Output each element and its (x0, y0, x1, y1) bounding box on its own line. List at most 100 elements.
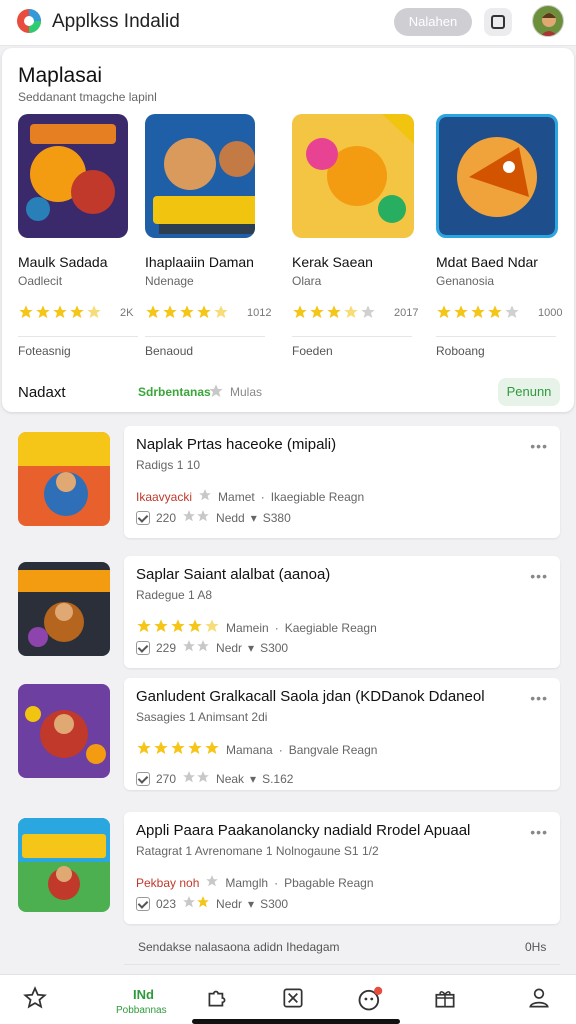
game-thumbnail[interactable] (292, 114, 414, 238)
gift-icon[interactable] (432, 985, 462, 1015)
list-num: 229 (156, 640, 177, 655)
list-right-label: Bangvale Reagn (288, 742, 378, 757)
app-title: Applkss Indalid (52, 11, 180, 32)
nav-active-icon[interactable]: INd (133, 987, 154, 1002)
game-thumbnail[interactable] (18, 562, 110, 656)
featured-footer-meta: Mulas (230, 385, 263, 399)
featured-title: Maplasai (18, 64, 103, 87)
list-right-label: Kaegiable Reagn (284, 620, 377, 635)
rating-count: 2K (120, 307, 134, 319)
list-item[interactable]: Saplar Saiant alalbat (aanoa) Radegue 1 … (18, 556, 560, 674)
list-b: Neak (216, 771, 245, 786)
list-price: S.162 (262, 771, 294, 786)
more-options-icon[interactable]: ••• (530, 568, 548, 584)
game-thumbnail[interactable] (18, 684, 110, 778)
list-subtitle: Radegue 1 A8 (136, 588, 213, 602)
app-name: Kerak Saean (292, 254, 373, 270)
list-card[interactable]: Naplak Prtas haceoke (mipali) Radigs 1 1… (124, 426, 560, 538)
featured-card: Maplasai Seddanant tmagche lapinl Maulk … (2, 48, 574, 412)
rating-count: 1000 (538, 307, 563, 319)
chat-badge-icon[interactable] (356, 985, 386, 1015)
list-mid-label: Mamana (226, 742, 273, 757)
divider (124, 964, 560, 965)
profile-icon[interactable] (526, 985, 556, 1015)
game-thumbnail[interactable] (18, 818, 110, 912)
divider (18, 336, 138, 337)
list-right-label: Ikaegiable Reagn (270, 489, 365, 504)
featured-app-1[interactable]: Maulk Sadada Oadlecit 2K Foteasnig (18, 114, 154, 368)
rating-star (292, 304, 308, 325)
list-right-label: Pbagable Reagn (284, 875, 374, 890)
featured-subtitle: Seddanant tmagche lapinl (18, 90, 157, 104)
rating-star (436, 304, 452, 325)
featured-app-4[interactable]: Mdat Baed Ndar Genanosia 1000 Roboang (436, 114, 572, 368)
rating-star (35, 304, 51, 325)
featured-footer-status: Sdrbentanas (138, 385, 211, 399)
list-card[interactable]: Ganludent Gralkacall Saola jdan (KDDanok… (124, 678, 560, 790)
star-icon (182, 639, 210, 656)
footer-count: 0Hs (525, 940, 547, 954)
list-card[interactable]: Saplar Saiant alalbat (aanoa) Radegue 1 … (124, 556, 560, 668)
rating-star (145, 304, 161, 325)
app-logo-icon[interactable] (16, 8, 42, 34)
featured-app-2[interactable]: Ihaplaaiin Daman Ndenage 1012 Benaoud (145, 114, 281, 368)
rating-star (136, 618, 152, 637)
list-item[interactable]: Appli Paara Paakanolancky nadiald Rrodel… (18, 812, 560, 930)
list-price: S300 (260, 896, 289, 911)
star-icon (182, 509, 210, 526)
list-stats-row: 270 Neak ▾ S.162 (136, 770, 293, 787)
star-icon (198, 488, 212, 505)
more-options-icon[interactable]: ••• (530, 824, 548, 840)
header-pill-button[interactable]: Nalahen (394, 8, 472, 36)
puzzle-icon[interactable] (204, 985, 234, 1015)
star-icon (182, 770, 210, 787)
rating-star (170, 740, 186, 759)
more-options-icon[interactable]: ••• (530, 690, 548, 706)
star-rating (18, 304, 102, 325)
box-x-icon[interactable] (280, 985, 310, 1015)
more-options-icon[interactable]: ••• (530, 438, 548, 454)
app-name: Ihaplaaiin Daman (145, 254, 254, 270)
check-icon (136, 510, 150, 525)
app-tag: Foeden (292, 344, 333, 358)
rating-star (187, 618, 203, 637)
game-thumbnail[interactable] (436, 114, 558, 238)
list-num: 023 (156, 896, 177, 911)
arrow-icon: ▾ (248, 640, 255, 655)
list-subtitle: Radigs 1 10 (136, 458, 201, 472)
featured-app-3[interactable]: Kerak Saean Olara 2017 Foeden (292, 114, 428, 368)
divider (292, 336, 412, 337)
list-mid-label: Mamet (218, 489, 255, 504)
list-stats-row: 229 Nedr ▾ S300 (136, 639, 288, 656)
star-nav-icon[interactable] (22, 985, 52, 1015)
list-item[interactable]: Naplak Prtas haceoke (mipali) Radigs 1 1… (18, 426, 560, 544)
top-bar: Applkss Indalid Nalahen (0, 0, 576, 46)
rating-star (213, 304, 229, 325)
app-developer: Genanosia (436, 274, 495, 288)
list-item[interactable]: Ganludent Gralkacall Saola jdan (KDDanok… (18, 678, 560, 796)
footer-note: Sendakse nalasaona adidn Ihedagam (138, 940, 340, 954)
arrow-icon: ▾ (250, 510, 257, 525)
app-developer: Ndenage (145, 274, 194, 288)
game-thumbnail[interactable] (18, 114, 128, 238)
list-card[interactable]: Appli Paara Paakanolancky nadiald Rrodel… (124, 812, 560, 924)
game-thumbnail[interactable] (145, 114, 255, 238)
star-rating (436, 304, 520, 325)
featured-action-button[interactable]: Penunn (498, 378, 560, 406)
list-title: Saplar Saiant alalbat (aanoa) (136, 566, 331, 583)
check-icon (136, 771, 150, 786)
list-stats-row: 023 Nedr ▾ S300 (136, 895, 288, 912)
divider (436, 336, 556, 337)
rating-star (470, 304, 486, 325)
rating-star (162, 304, 178, 325)
game-thumbnail[interactable] (18, 432, 110, 526)
star-icon (205, 874, 219, 891)
rating-star (69, 304, 85, 325)
app-tag: Roboang (436, 344, 485, 358)
rating-count: 2017 (394, 307, 419, 319)
grid-icon[interactable] (484, 8, 512, 36)
nav-active-label[interactable]: Pobbannas (116, 1005, 167, 1016)
list-meta-row: Ikaavyacki Mamet · Ikaegiable Reagn (136, 488, 364, 505)
avatar[interactable] (532, 5, 564, 37)
rating-star (86, 304, 102, 325)
